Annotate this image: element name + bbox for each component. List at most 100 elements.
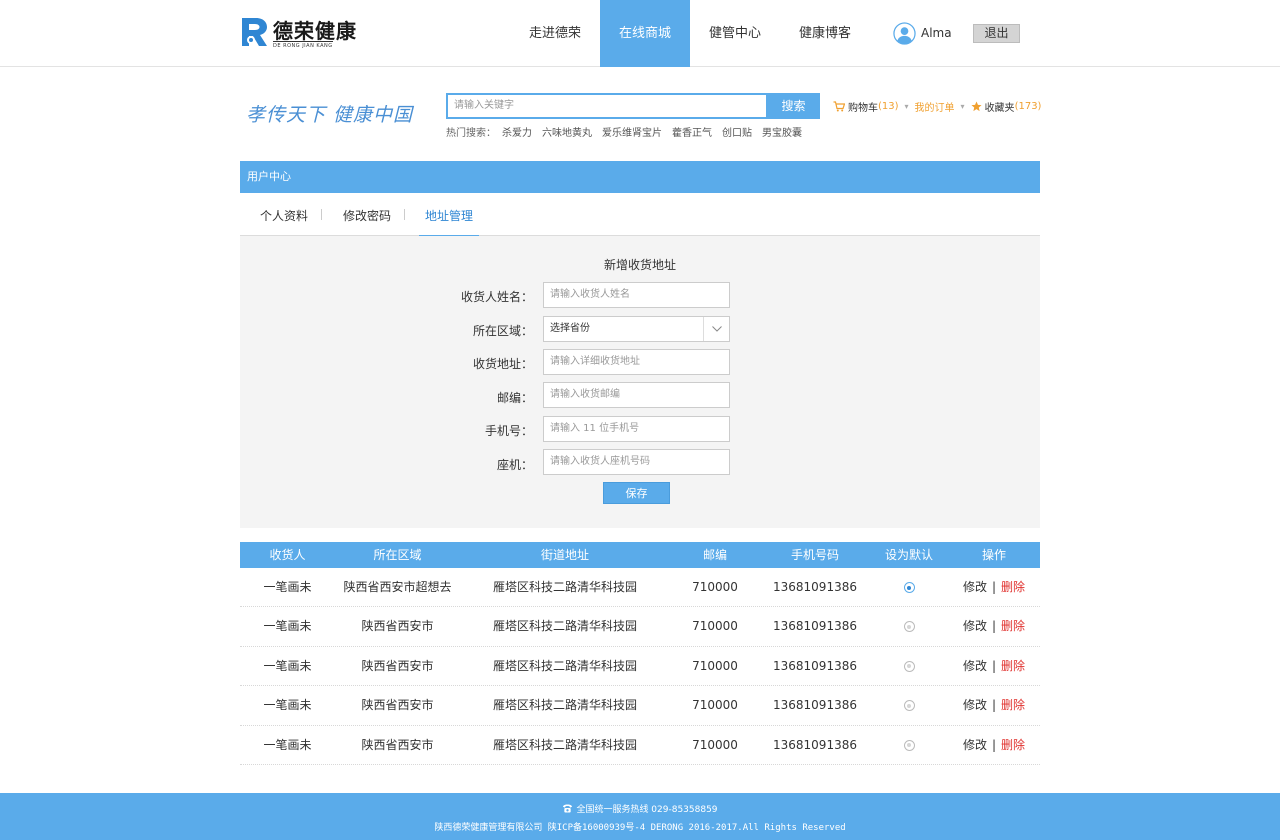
field-label-zip: 邮编： — [496, 391, 533, 405]
favorites-link[interactable]: 收藏夹 (173) — [971, 99, 1042, 114]
column-header: 收货人 — [269, 548, 306, 562]
table-row: 一笔画未 陕西省西安市 雁塔区科技二路清华科技园 710000 13681091… — [240, 726, 1040, 765]
cell-region: 陕西省西安市超想去 — [343, 580, 452, 594]
address-table: 收货人 所在区域 街道地址 邮编 手机号码 设为默认 操作 一笔画未 陕西省西安… — [240, 542, 1040, 765]
cell-phone: 13681091386 — [773, 698, 857, 713]
mobile-input[interactable]: 请输入 11 位手机号 — [543, 416, 730, 442]
chevron-down-icon — [703, 317, 729, 341]
cart-link[interactable]: 购物车 (13) — [833, 99, 899, 114]
action-separator: | — [991, 698, 997, 713]
hot-search-item[interactable]: 杀爱力 — [502, 124, 532, 139]
cell-actions: 修改 | 删除 — [948, 686, 1040, 724]
user-avatar-icon — [893, 21, 916, 45]
column-header: 街道地址 — [540, 548, 589, 562]
page-footer: 全国统一服务热线 029-85358859 陕西德荣健康管理有限公司 陕ICP备… — [0, 793, 1280, 840]
my-orders-link[interactable]: 我的订单 — [915, 99, 955, 114]
cell-actions: 修改 | 删除 — [948, 647, 1040, 685]
cell-recipient: 一笔画未 — [263, 580, 312, 594]
cell-recipient: 一笔画未 — [263, 698, 312, 713]
logo-r-icon — [242, 18, 267, 46]
logout-button[interactable]: 退出 — [973, 24, 1020, 43]
delete-link[interactable]: 删除 — [1001, 698, 1025, 712]
cart-icon — [833, 101, 845, 112]
column-header: 操作 — [981, 548, 1006, 562]
field-label-mobile: 手机号： — [484, 424, 533, 438]
delete-link[interactable]: 删除 — [1001, 738, 1025, 752]
brand-logo[interactable]: 德荣健康 DE RONG JIAN KANG — [240, 15, 370, 51]
cell-street: 雁塔区科技二路清华科技园 — [492, 737, 637, 752]
favorites-label: 收藏夹 — [984, 103, 1015, 114]
save-button[interactable]: 保存 — [603, 482, 670, 504]
edit-link[interactable]: 修改 — [963, 738, 987, 752]
nav-item-shop[interactable]: 在线商城 — [600, 0, 691, 67]
action-separator: | — [991, 619, 997, 634]
tab-change-password[interactable]: 修改密码 — [343, 207, 391, 224]
action-separator: | — [991, 580, 997, 594]
table-header: 收货人 所在区域 街道地址 邮编 手机号码 设为默认 操作 — [240, 542, 1040, 568]
cell-zip: 710000 — [692, 580, 738, 594]
cell-default — [870, 726, 948, 764]
search-input[interactable]: 请输入关键字 — [446, 93, 768, 119]
cell-street: 雁塔区科技二路清华科技园 — [492, 619, 637, 634]
search-button[interactable]: 搜索 — [767, 93, 820, 119]
cell-recipient: 一笔画未 — [263, 658, 312, 673]
cell-zip: 710000 — [692, 658, 738, 673]
landline-input[interactable]: 请输入收货人座机号码 — [543, 449, 730, 475]
table-row: 一笔画未 陕西省西安市 雁塔区科技二路清华科技园 710000 13681091… — [240, 607, 1040, 647]
cell-default — [870, 686, 948, 724]
edit-link[interactable]: 修改 — [963, 580, 987, 594]
zip-code-input[interactable]: 请输入收货邮编 — [543, 382, 730, 408]
field-label-region: 所在区域： — [472, 324, 533, 338]
tab-profile[interactable]: 个人资料 — [260, 207, 308, 224]
street-address-input[interactable]: 请输入详细收货地址 — [543, 349, 730, 375]
cell-default — [870, 647, 948, 685]
cell-zip: 710000 — [692, 737, 738, 752]
hot-search-label: 热门搜索： — [446, 128, 496, 139]
cell-street: 雁塔区科技二路清华科技园 — [492, 580, 637, 594]
table-row: 一笔画未 陕西省西安市超想去 雁塔区科技二路清华科技园 710000 13681… — [240, 568, 1040, 608]
cell-actions: 修改 | 删除 — [948, 568, 1040, 606]
column-header: 所在区域 — [373, 548, 422, 562]
nav-item-health-center[interactable]: 健管中心 — [690, 0, 780, 67]
cell-actions: 修改 | 删除 — [948, 726, 1040, 764]
user-center-tabs: 个人资料 修改密码 地址管理 — [240, 193, 1040, 237]
footer-hotline: 全国统一服务热线 029-85358859 — [0, 802, 1280, 815]
province-select[interactable]: 选择省份 — [543, 316, 730, 342]
column-header: 设为默认 — [884, 548, 933, 562]
default-radio[interactable] — [903, 621, 915, 633]
province-select-value: 选择省份 — [550, 323, 590, 334]
tab-divider — [404, 209, 405, 220]
hot-search-item[interactable]: 六味地黄丸 — [542, 124, 592, 139]
quick-link-separator: ▾ — [904, 102, 909, 111]
tab-address-management[interactable]: 地址管理 — [419, 207, 480, 237]
default-radio[interactable] — [903, 739, 915, 751]
hot-search-item[interactable]: 藿香正气 — [672, 124, 712, 139]
cell-phone: 13681091386 — [773, 580, 857, 594]
delete-link[interactable]: 删除 — [1001, 580, 1025, 594]
edit-link[interactable]: 修改 — [963, 619, 987, 633]
default-radio[interactable] — [903, 660, 915, 672]
cell-recipient: 一笔画未 — [263, 737, 312, 752]
favorites-count: (173) — [1014, 101, 1042, 112]
cell-zip: 710000 — [692, 619, 738, 634]
footer-copyright: 陕西德荣健康管理有限公司 陕ICP备16000939号-4 DERONG 201… — [434, 823, 846, 833]
default-radio[interactable] — [903, 700, 915, 712]
table-row: 一笔画未 陕西省西安市 雁塔区科技二路清华科技园 710000 13681091… — [240, 647, 1040, 687]
edit-link[interactable]: 修改 — [963, 698, 987, 712]
recipient-name-input[interactable]: 请输入收货人姓名 — [543, 282, 730, 308]
table-row: 一笔画未 陕西省西安市 雁塔区科技二路清华科技园 710000 13681091… — [240, 686, 1040, 726]
cell-default — [870, 607, 948, 645]
default-radio[interactable] — [903, 582, 915, 593]
hot-search-item[interactable]: 创口贴 — [722, 124, 752, 139]
hot-search-item[interactable]: 爱乐维肾宝片 — [602, 124, 662, 139]
hot-search-item[interactable]: 男宝胶囊 — [762, 124, 802, 139]
user-info[interactable]: Alma — [893, 21, 952, 45]
action-separator: | — [991, 658, 997, 673]
edit-link[interactable]: 修改 — [963, 659, 987, 673]
nav-item-blog[interactable]: 健康博客 — [780, 0, 870, 67]
nav-item-about[interactable]: 走进德荣 — [510, 0, 600, 67]
cell-region: 陕西省西安市 — [361, 737, 434, 752]
delete-link[interactable]: 删除 — [1001, 619, 1025, 633]
delete-link[interactable]: 删除 — [1001, 659, 1025, 673]
cart-label: 购物车 — [848, 103, 878, 114]
